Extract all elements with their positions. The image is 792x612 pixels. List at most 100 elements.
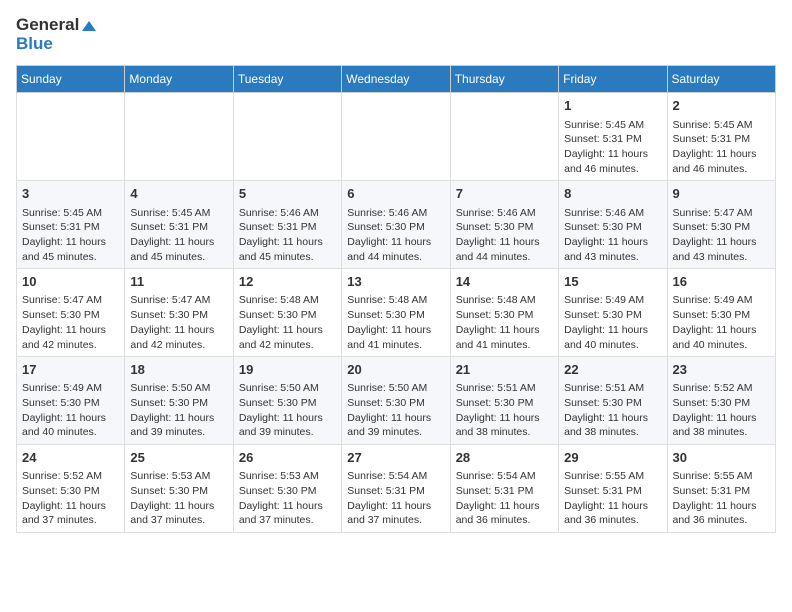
calendar-day: 9Sunrise: 5:47 AMSunset: 5:30 PMDaylight… bbox=[667, 181, 775, 269]
calendar-day: 23Sunrise: 5:52 AMSunset: 5:30 PMDayligh… bbox=[667, 357, 775, 445]
day-info: Daylight: 11 hours and 39 minutes. bbox=[130, 411, 227, 440]
day-info: Daylight: 11 hours and 36 minutes. bbox=[456, 499, 553, 528]
day-number: 1 bbox=[564, 97, 661, 115]
day-info: Sunrise: 5:50 AM bbox=[239, 381, 336, 396]
calendar-day: 8Sunrise: 5:46 AMSunset: 5:30 PMDaylight… bbox=[559, 181, 667, 269]
day-number: 20 bbox=[347, 361, 444, 379]
day-info: Daylight: 11 hours and 46 minutes. bbox=[673, 147, 770, 176]
day-number: 29 bbox=[564, 449, 661, 467]
calendar-day: 2Sunrise: 5:45 AMSunset: 5:31 PMDaylight… bbox=[667, 93, 775, 181]
day-info: Sunrise: 5:49 AM bbox=[564, 293, 661, 308]
day-number: 22 bbox=[564, 361, 661, 379]
day-number: 11 bbox=[130, 273, 227, 291]
day-info: Daylight: 11 hours and 37 minutes. bbox=[347, 499, 444, 528]
day-info: Sunrise: 5:45 AM bbox=[22, 206, 119, 221]
day-info: Sunrise: 5:46 AM bbox=[239, 206, 336, 221]
calendar-day: 17Sunrise: 5:49 AMSunset: 5:30 PMDayligh… bbox=[17, 357, 125, 445]
day-number: 8 bbox=[564, 185, 661, 203]
day-info: Sunrise: 5:53 AM bbox=[130, 469, 227, 484]
calendar-day: 28Sunrise: 5:54 AMSunset: 5:31 PMDayligh… bbox=[450, 445, 558, 533]
day-info: Sunset: 5:31 PM bbox=[673, 484, 770, 499]
calendar-day bbox=[342, 93, 450, 181]
day-number: 27 bbox=[347, 449, 444, 467]
day-info: Daylight: 11 hours and 38 minutes. bbox=[673, 411, 770, 440]
day-info: Sunrise: 5:54 AM bbox=[456, 469, 553, 484]
day-info: Sunrise: 5:51 AM bbox=[564, 381, 661, 396]
calendar-day: 14 Sunrise: 5:48 AMSunset: 5:30 PMDayligh… bbox=[450, 269, 558, 357]
day-info: Sunset: 5:30 PM bbox=[456, 308, 553, 323]
day-info: Sunrise: 5:55 AM bbox=[564, 469, 661, 484]
day-info: Sunset: 5:30 PM bbox=[347, 308, 444, 323]
day-info: Sunset: 5:30 PM bbox=[130, 484, 227, 499]
calendar-day bbox=[125, 93, 233, 181]
day-info: Sunset: 5:30 PM bbox=[130, 308, 227, 323]
day-info: Daylight: 11 hours and 46 minutes. bbox=[564, 147, 661, 176]
day-number: 28 bbox=[456, 449, 553, 467]
day-info: Sunrise: 5:47 AM bbox=[22, 293, 119, 308]
calendar-day: 4Sunrise: 5:45 AMSunset: 5:31 PMDaylight… bbox=[125, 181, 233, 269]
day-info: Sunset: 5:31 PM bbox=[347, 484, 444, 499]
calendar-day: 11Sunrise: 5:47 AMSunset: 5:30 PMDayligh… bbox=[125, 269, 233, 357]
day-number: 26 bbox=[239, 449, 336, 467]
day-number: 7 bbox=[456, 185, 553, 203]
calendar-day: 29 Sunrise: 5:55 AMSunset: 5:31 PMDayligh… bbox=[559, 445, 667, 533]
day-info: Sunset: 5:30 PM bbox=[239, 308, 336, 323]
day-number: 14 bbox=[456, 273, 553, 291]
day-info: Sunrise: 5:52 AM bbox=[673, 381, 770, 396]
day-info: Sunset: 5:30 PM bbox=[673, 220, 770, 235]
calendar-day: 16Sunrise: 5:49 AMSunset: 5:30 PMDayligh… bbox=[667, 269, 775, 357]
day-info: Sunset: 5:31 PM bbox=[130, 220, 227, 235]
day-info: Daylight: 11 hours and 36 minutes. bbox=[564, 499, 661, 528]
day-info: Daylight: 11 hours and 41 minutes. bbox=[456, 323, 553, 352]
day-info: Daylight: 11 hours and 43 minutes. bbox=[564, 235, 661, 264]
page-header: General Blue bbox=[16, 16, 776, 53]
day-info: Sunset: 5:31 PM bbox=[239, 220, 336, 235]
weekday-header-sunday: Sunday bbox=[17, 66, 125, 93]
day-number: 6 bbox=[347, 185, 444, 203]
calendar-day: 3Sunrise: 5:45 AMSunset: 5:31 PMDaylight… bbox=[17, 181, 125, 269]
day-info: Sunset: 5:31 PM bbox=[22, 220, 119, 235]
day-info: Daylight: 11 hours and 40 minutes. bbox=[22, 411, 119, 440]
day-info: Sunset: 5:30 PM bbox=[564, 220, 661, 235]
logo: General Blue bbox=[16, 16, 96, 53]
day-info: Sunrise: 5:48 AM bbox=[456, 293, 553, 308]
day-info: Sunset: 5:30 PM bbox=[347, 396, 444, 411]
calendar-day: 19Sunrise: 5:50 AMSunset: 5:30 PMDayligh… bbox=[233, 357, 341, 445]
day-info: Sunset: 5:30 PM bbox=[130, 396, 227, 411]
calendar-week-0: 1Sunrise: 5:45 AMSunset: 5:31 PMDaylight… bbox=[17, 93, 776, 181]
day-info: Sunrise: 5:51 AM bbox=[456, 381, 553, 396]
calendar-day: 30Sunrise: 5:55 AMSunset: 5:31 PMDayligh… bbox=[667, 445, 775, 533]
day-info: Sunrise: 5:49 AM bbox=[22, 381, 119, 396]
day-info: Sunrise: 5:47 AM bbox=[130, 293, 227, 308]
day-info: Daylight: 11 hours and 37 minutes. bbox=[239, 499, 336, 528]
calendar-day: 12Sunrise: 5:48 AMSunset: 5:30 PMDayligh… bbox=[233, 269, 341, 357]
calendar-table: SundayMondayTuesdayWednesdayThursdayFrid… bbox=[16, 65, 776, 533]
calendar-day: 1Sunrise: 5:45 AMSunset: 5:31 PMDaylight… bbox=[559, 93, 667, 181]
day-number: 21 bbox=[456, 361, 553, 379]
day-info: Sunrise: 5:50 AM bbox=[130, 381, 227, 396]
day-info: Sunset: 5:30 PM bbox=[673, 396, 770, 411]
calendar-day bbox=[450, 93, 558, 181]
day-info: Daylight: 11 hours and 38 minutes. bbox=[456, 411, 553, 440]
day-info: Daylight: 11 hours and 38 minutes. bbox=[564, 411, 661, 440]
day-info: Daylight: 11 hours and 39 minutes. bbox=[347, 411, 444, 440]
day-number: 4 bbox=[130, 185, 227, 203]
day-info: Sunrise: 5:48 AM bbox=[347, 293, 444, 308]
day-info: Sunrise: 5:53 AM bbox=[239, 469, 336, 484]
day-info: Sunrise: 5:45 AM bbox=[673, 118, 770, 133]
day-number: 15 bbox=[564, 273, 661, 291]
day-number: 17 bbox=[22, 361, 119, 379]
day-info: Daylight: 11 hours and 42 minutes. bbox=[239, 323, 336, 352]
calendar-day: 21Sunrise: 5:51 AMSunset: 5:30 PMDayligh… bbox=[450, 357, 558, 445]
day-info: Sunset: 5:30 PM bbox=[239, 484, 336, 499]
day-info: Sunset: 5:31 PM bbox=[564, 484, 661, 499]
weekday-header-tuesday: Tuesday bbox=[233, 66, 341, 93]
day-info: Sunset: 5:31 PM bbox=[673, 132, 770, 147]
calendar-day: 25Sunrise: 5:53 AMSunset: 5:30 PMDayligh… bbox=[125, 445, 233, 533]
day-info: Sunset: 5:31 PM bbox=[564, 132, 661, 147]
calendar-day: 6Sunrise: 5:46 AMSunset: 5:30 PMDaylight… bbox=[342, 181, 450, 269]
calendar-week-3: 17Sunrise: 5:49 AMSunset: 5:30 PMDayligh… bbox=[17, 357, 776, 445]
calendar-day: 20Sunrise: 5:50 AMSunset: 5:30 PMDayligh… bbox=[342, 357, 450, 445]
day-info: Sunrise: 5:45 AM bbox=[130, 206, 227, 221]
calendar-day bbox=[17, 93, 125, 181]
